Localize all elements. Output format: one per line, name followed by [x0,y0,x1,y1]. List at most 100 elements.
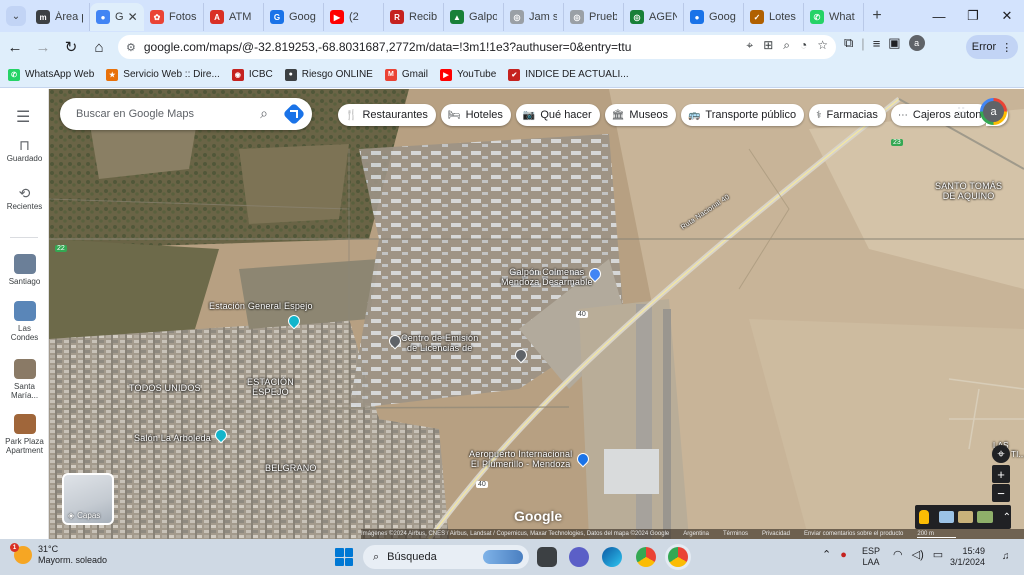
side-panel-icon[interactable]: ▣ [888,35,900,51]
google-apps-icon[interactable]: ⠿ [956,105,966,122]
menu-icon[interactable]: ☰ [16,107,30,127]
bookmark-star-icon[interactable]: ☆ [817,38,828,53]
category-chip[interactable]: 🛏 Hoteles [440,104,511,126]
forward-button[interactable]: → [30,34,56,60]
map-label-galpon[interactable]: Galpón Colmenas Mendoza Desarmable [501,267,593,287]
install-app-icon[interactable]: ⊞ [763,38,773,53]
task-view-icon[interactable] [537,547,557,567]
browser-tab[interactable]: ◎ AGEN [624,3,684,31]
browser-tab[interactable]: ● Goog [684,3,744,31]
browser-tab[interactable]: A ATM [204,3,264,31]
media-controls-icon[interactable]: ≡ [873,36,881,51]
browser-tab[interactable]: ▶ (2 [324,3,384,31]
browser-tab[interactable]: ✿ Fotos [144,3,204,31]
bookmark-item[interactable]: M Gmail [384,68,428,81]
category-chip[interactable]: 🍴 Restaurantes [338,104,436,126]
account-avatar[interactable]: a [980,98,1007,125]
scale-bar[interactable]: 200 m [917,531,957,538]
bookmark-item[interactable]: ★ Servicio Web :: Dire... [106,68,220,81]
address-bar[interactable]: ⚙ google.com/maps/@-32.819253,-68.803168… [118,35,836,59]
category-chip[interactable]: 🏛 Museos [604,104,676,126]
tab-search-button[interactable]: ⌄ [6,6,26,26]
back-button[interactable]: ← [2,34,28,60]
network-status-icon[interactable]: ● [840,549,847,561]
home-button[interactable]: ⌂ [86,34,112,60]
footer-link-country[interactable]: Argentina [683,531,709,537]
zoom-icon[interactable]: ⌕ [783,38,790,53]
recent-place[interactable]: Santa María... [0,359,49,400]
weather-widget[interactable]: 1 31°C Mayorm. soleado [10,543,107,566]
category-chip[interactable]: ⋯ Cajeros auton [890,104,990,126]
chat-icon[interactable] [569,547,589,567]
pegman-icon[interactable] [919,510,929,524]
chrome-icon[interactable] [636,547,656,567]
browser-tab[interactable]: ✆ What [804,3,864,31]
imagery-thumbnail-1[interactable] [938,511,954,523]
edge-icon[interactable] [602,547,622,567]
bookmark-item[interactable]: ◉ ICBC [231,68,273,81]
quick-settings[interactable]: ◠ ◁) ▭ [893,548,943,561]
new-tab-button[interactable]: + [866,7,888,25]
bookmark-item[interactable]: ▶ YouTube [439,68,496,81]
close-tab-icon[interactable]: ✕ [128,10,138,24]
map-label-santo-tomas[interactable]: SANTO TOMÁS DE AQUINO [935,181,1002,201]
map-label-estacion-espejo[interactable]: Estación General Espejo [209,301,313,311]
bookmark-item[interactable]: ● Riesgo ONLINE [284,68,373,81]
browser-tab[interactable]: m Área p [30,3,90,31]
directions-icon[interactable] [282,102,306,126]
search-icon[interactable]: ⌕ [260,105,268,122]
map-label-aeropuerto[interactable]: Aeropuerto Internacional El Plumerillo -… [469,449,572,469]
maps-search-input[interactable] [76,108,246,120]
start-button[interactable] [335,548,353,566]
recents-button[interactable]: ⟲ Recientes [0,186,49,211]
browser-tab[interactable]: ◎ Prueb [564,3,624,31]
imagery-thumbnail-2[interactable] [957,511,974,523]
url-text[interactable]: google.com/maps/@-32.819253,-68.8031687,… [144,40,704,54]
browser-tab[interactable]: ▲ Galpo [444,3,504,31]
location-icon[interactable]: ⌖ [746,38,753,53]
map-label-salon[interactable]: Salón La Arboleda [134,433,211,443]
layers-button[interactable]: ◈ Capas [62,473,114,525]
saved-button[interactable]: ⊓ Guardado [0,138,49,163]
maps-search-box[interactable]: ⌕ [60,98,312,130]
performance-icon[interactable]: ◔ [800,38,807,53]
profile-avatar[interactable]: a [908,35,925,51]
notification-bell-icon[interactable]: ♫ [1002,551,1010,562]
extensions-icon[interactable]: ⧉ [844,35,853,51]
show-hidden-icons-chevron[interactable]: ⌃ [822,548,831,561]
error-update-button[interactable]: Error ⋮ [966,35,1018,59]
footer-link-terms[interactable]: Términos [723,531,748,537]
category-chip[interactable]: 🚌 Transporte público [680,104,805,126]
bookmark-item[interactable]: ✆ WhatsApp Web [8,68,94,81]
browser-tab[interactable]: R Recib [384,3,444,31]
chrome-profile-icon[interactable] [668,547,688,567]
language-indicator[interactable]: ESP LAA [862,546,880,568]
map-label-centro-emision[interactable]: Centro de Emisión de Licencias de [401,333,478,353]
bookmark-item[interactable]: ✔ INDICE DE ACTUALI... [508,68,629,81]
browser-tab[interactable]: ◎ Jam s [504,3,564,31]
clock[interactable]: 15:49 3/1/2024 [950,546,985,568]
expand-chevron-icon[interactable]: ⌃ [1003,512,1011,523]
my-location-icon[interactable]: ⌖ [992,445,1010,463]
satellite-map[interactable]: ⌕ 🍴 Restaurantes 🛏 Hoteles 📷 Qué hacer 🏛 Museos… [49,89,1024,539]
restore-button[interactable]: ❐ [956,0,990,32]
browser-tab[interactable]: G Goog [264,3,324,31]
map-label-belgrano[interactable]: BELGRANO [265,463,317,473]
recent-place[interactable]: Las Condes [0,301,49,342]
browser-tab[interactable]: ✓ Lotes [744,3,804,31]
taskbar-search[interactable]: ⌕ Búsqueda [363,545,529,569]
imagery-thumbnail-3[interactable] [977,511,993,523]
category-chip[interactable]: ⚕ Farmacias [809,104,886,126]
zoom-out-button[interactable]: − [992,484,1010,502]
recent-place[interactable]: Santiago [0,254,49,286]
map-label-todos-unidos[interactable]: TODOS UNIDOS [129,383,201,393]
zoom-in-button[interactable]: + [992,465,1010,483]
recent-place[interactable]: Park Plaza Apartment [0,414,49,455]
footer-link-privacy[interactable]: Privacidad [762,531,790,537]
category-chip[interactable]: 📷 Qué hacer [515,104,600,126]
minimize-button[interactable]: — [922,0,956,32]
reload-button[interactable]: ↻ [58,34,84,60]
site-info-icon[interactable]: ⚙ [126,41,136,54]
map-label-estacion-espejo-area[interactable]: ESTACIÓN ESPEJO [247,377,294,397]
close-window-button[interactable]: ✕ [990,0,1024,32]
